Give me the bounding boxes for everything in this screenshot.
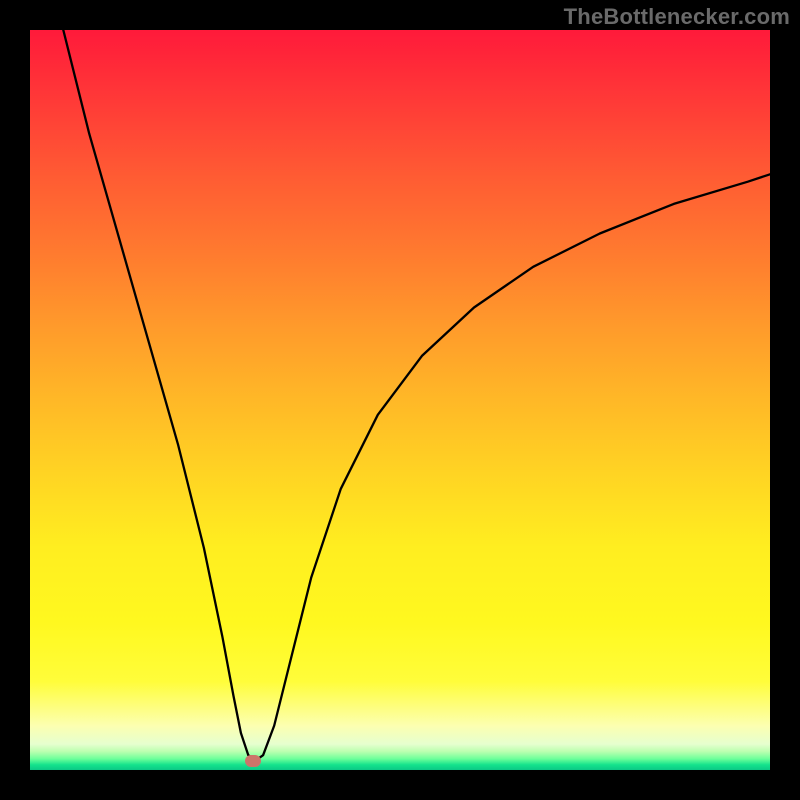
chart-frame: TheBottlenecker.com <box>0 0 800 800</box>
optimum-marker <box>245 755 261 767</box>
watermark-text: TheBottlenecker.com <box>564 4 790 30</box>
bottleneck-curve <box>63 30 770 760</box>
plot-area <box>30 30 770 770</box>
curve-svg <box>30 30 770 770</box>
